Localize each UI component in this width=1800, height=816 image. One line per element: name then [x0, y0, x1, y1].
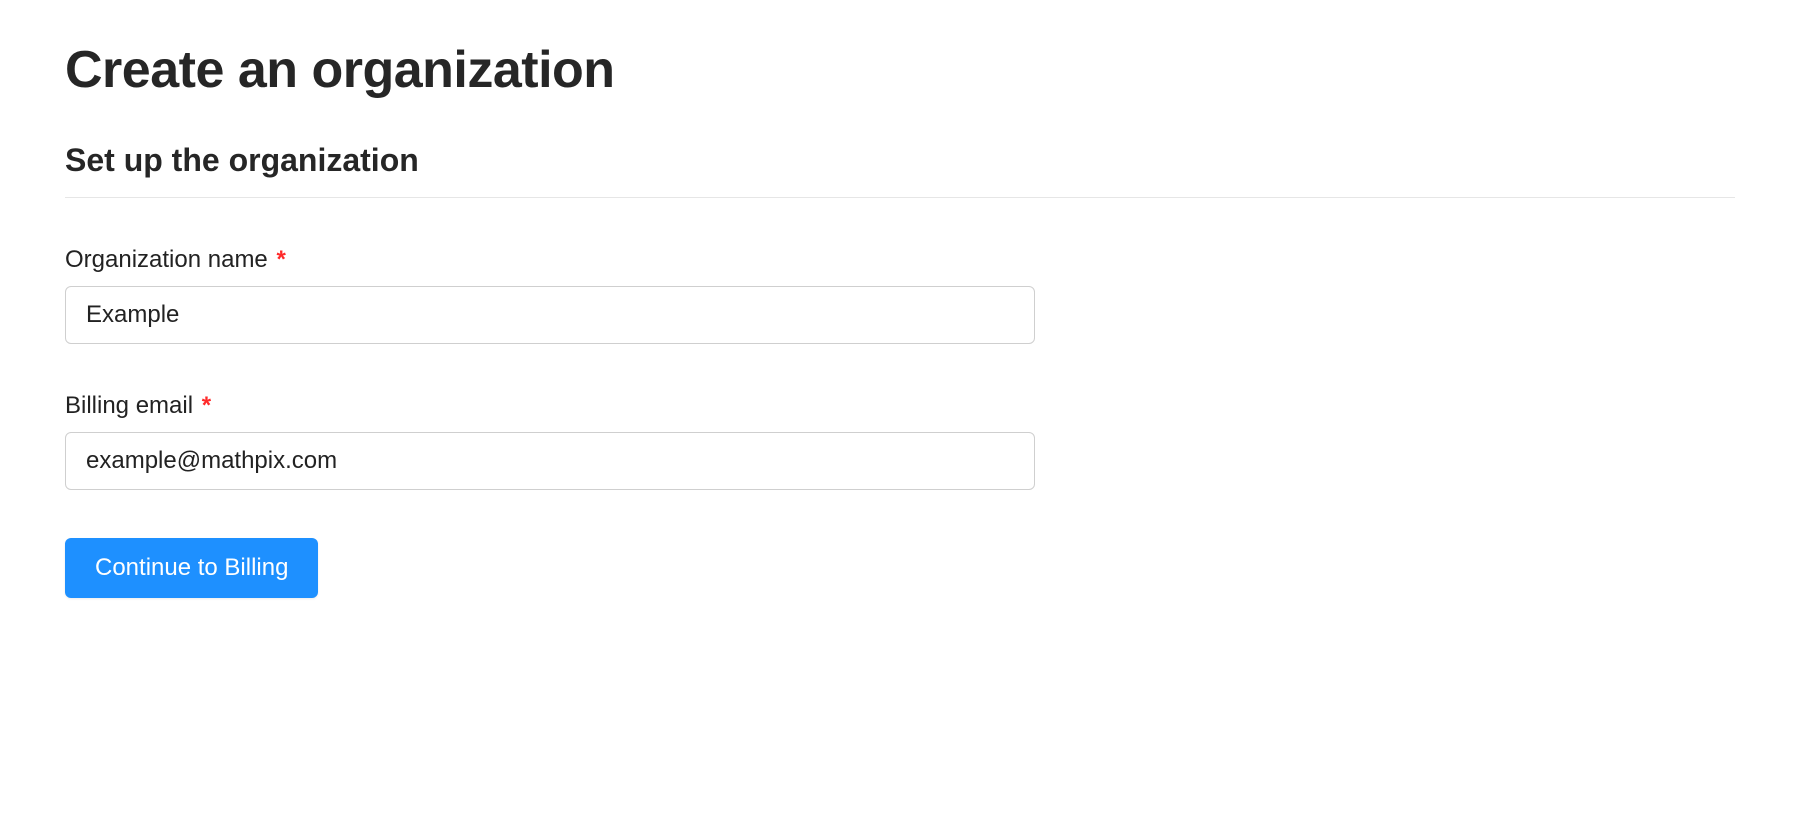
page-title: Create an organization	[65, 40, 1735, 100]
required-mark: *	[276, 246, 285, 273]
required-mark: *	[202, 392, 211, 419]
org-name-label: Organization name *	[65, 246, 1735, 274]
billing-email-group: Billing email *	[65, 392, 1735, 490]
org-name-group: Organization name *	[65, 246, 1735, 344]
billing-email-label-text: Billing email	[65, 392, 193, 419]
continue-to-billing-button[interactable]: Continue to Billing	[65, 538, 318, 598]
org-name-label-text: Organization name	[65, 246, 268, 273]
billing-email-label: Billing email *	[65, 392, 1735, 420]
section-title: Set up the organization	[65, 142, 1735, 198]
org-name-input[interactable]	[65, 286, 1035, 344]
billing-email-input[interactable]	[65, 432, 1035, 490]
